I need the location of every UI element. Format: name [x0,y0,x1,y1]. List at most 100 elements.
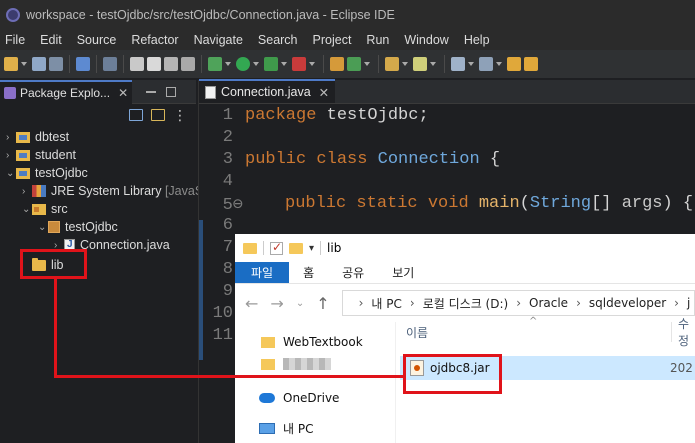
breadcrumb-local-disk[interactable]: 로컬 디스크 (D:) [423,295,508,312]
maximize-icon[interactable] [166,86,177,97]
prev-annotation-icon[interactable] [479,57,493,71]
toggle-mark-icon[interactable] [130,57,144,71]
expanded-arrow-icon[interactable]: ⌄ [38,222,48,233]
menu-help[interactable]: Help [458,33,499,47]
pencil-icon[interactable] [147,57,161,71]
search-dropdown-icon[interactable] [430,62,436,66]
open-type-icon[interactable] [385,57,399,71]
block-selection-icon[interactable] [164,57,178,71]
forward-arrow-icon[interactable]: → [270,294,283,313]
view-menu-icon[interactable]: ⋮ [173,107,188,124]
open-type-dropdown-icon[interactable] [402,62,408,66]
external-tools-dropdown-icon[interactable] [309,62,315,66]
recent-dropdown-icon[interactable]: ⌄ [296,298,304,309]
next-annotation-dropdown-icon[interactable] [468,62,474,66]
ribbon-tab-file[interactable]: 파일 [235,262,290,283]
ribbon-tab-home[interactable]: 홈 [289,262,328,283]
menu-window[interactable]: Window [398,33,457,47]
breadcrumb-chevron-icon[interactable]: › [576,296,581,310]
breadcrumb-next[interactable]: j [687,296,690,310]
collapsed-arrow-icon[interactable]: › [6,150,16,161]
breadcrumb-chevron-icon[interactable]: › [410,296,415,310]
menu-refactor[interactable]: Refactor [125,33,187,47]
up-arrow-icon[interactable]: ↑ [316,294,329,313]
tree-item-testojdbc[interactable]: ⌄ testOjdbc [6,164,88,182]
link-with-editor-icon[interactable] [151,109,165,121]
expanded-arrow-icon[interactable]: ⌄ [6,168,16,179]
tree-item-src[interactable]: ⌄ src [22,200,68,218]
ribbon-tab-view[interactable]: 보기 [378,262,428,283]
column-header-date[interactable]: 수정 [671,317,695,348]
collapsed-arrow-icon[interactable]: › [6,132,16,143]
prev-annotation-dropdown-icon[interactable] [496,62,502,66]
new-folder-icon[interactable] [289,242,303,254]
new-package-icon[interactable] [330,57,344,71]
debug-dropdown-icon[interactable] [225,62,231,66]
line-number: 10 [212,304,233,323]
breadcrumb-chevron-icon[interactable]: › [516,296,521,310]
collapse-all-icon[interactable] [129,109,143,121]
menu-search[interactable]: Search [252,33,307,47]
save-icon[interactable] [32,57,46,71]
toolbar-separator [96,55,97,73]
breadcrumb-chevron-icon[interactable]: › [359,296,364,310]
close-icon[interactable]: ✕ [118,86,128,100]
forward-icon[interactable] [524,57,538,71]
show-whitespace-icon[interactable] [181,57,195,71]
quick-access-dropdown-icon[interactable]: ▾ [309,243,314,254]
collapsed-arrow-icon[interactable]: › [22,186,32,197]
coverage-icon[interactable] [264,57,278,71]
menu-run[interactable]: Run [360,33,398,47]
back-arrow-icon[interactable]: ← [245,294,258,313]
menu-project[interactable]: Project [307,33,361,47]
java-project-icon [16,149,30,161]
toolbar-separator [69,55,70,73]
new-dropdown-icon[interactable] [21,62,27,66]
skip-breakpoints-icon[interactable] [103,57,117,71]
new-icon[interactable] [4,57,18,71]
menu-file[interactable]: File [0,33,34,47]
run-icon[interactable] [236,57,250,71]
line-number[interactable]: 5⊖ [199,194,243,215]
menu-source[interactable]: Source [71,33,126,47]
minimize-icon[interactable] [146,90,157,93]
nav-item-redacted[interactable] [261,354,331,374]
coverage-dropdown-icon[interactable] [281,62,287,66]
next-annotation-icon[interactable] [451,57,465,71]
menu-edit[interactable]: Edit [34,33,71,47]
close-icon[interactable]: ✕ [319,85,329,100]
breadcrumb-sqldeveloper[interactable]: sqldeveloper [589,296,666,310]
tree-item-dbtest[interactable]: › dbtest [6,128,69,146]
new-class-dropdown-icon[interactable] [364,62,370,66]
column-header-name[interactable]: 이름 [406,322,428,342]
expanded-arrow-icon[interactable]: ⌄ [22,204,32,215]
ribbon-tab-share[interactable]: 공유 [328,262,378,283]
nav-item-my-pc[interactable]: 내 PC [259,418,313,438]
debug-icon[interactable] [208,57,222,71]
tree-item-student[interactable]: › student [6,146,76,164]
tree-item-package[interactable]: ⌄ testOjdbc [38,218,118,236]
tree-item-jre-library[interactable]: › JRE System Library [JavaSE [22,182,212,200]
menu-navigate[interactable]: Navigate [188,33,252,47]
source-folder-icon [32,203,46,215]
back-icon[interactable] [507,57,521,71]
terminal-icon[interactable] [76,57,90,71]
run-dropdown-icon[interactable] [253,62,259,66]
tree-item-label: src [51,202,68,216]
annotation-connector [54,279,57,378]
properties-icon[interactable] [270,240,283,255]
title-bar: workspace - testOjdbc/src/testOjdbc/Conn… [0,0,695,30]
tab-package-explorer[interactable]: Package Explo... ✕ [0,79,133,104]
tab-connection-java[interactable]: Connection.java ✕ [199,79,336,103]
breadcrumb-my-pc[interactable]: 내 PC [371,295,401,312]
search-icon[interactable] [413,57,427,71]
breadcrumb-chevron-icon[interactable]: › [674,296,679,310]
breadcrumb-oracle[interactable]: Oracle [529,296,568,310]
save-all-icon[interactable] [49,57,63,71]
new-class-icon[interactable] [347,57,361,71]
nav-item-onedrive[interactable]: OneDrive [259,388,339,408]
external-tools-icon[interactable] [292,57,306,71]
nav-item-webtextbook[interactable]: WebTextbook [261,332,363,352]
line-number: 1 [222,106,233,125]
address-bar[interactable]: › 내 PC › 로컬 디스크 (D:) › Oracle › sqldevel… [341,290,695,316]
